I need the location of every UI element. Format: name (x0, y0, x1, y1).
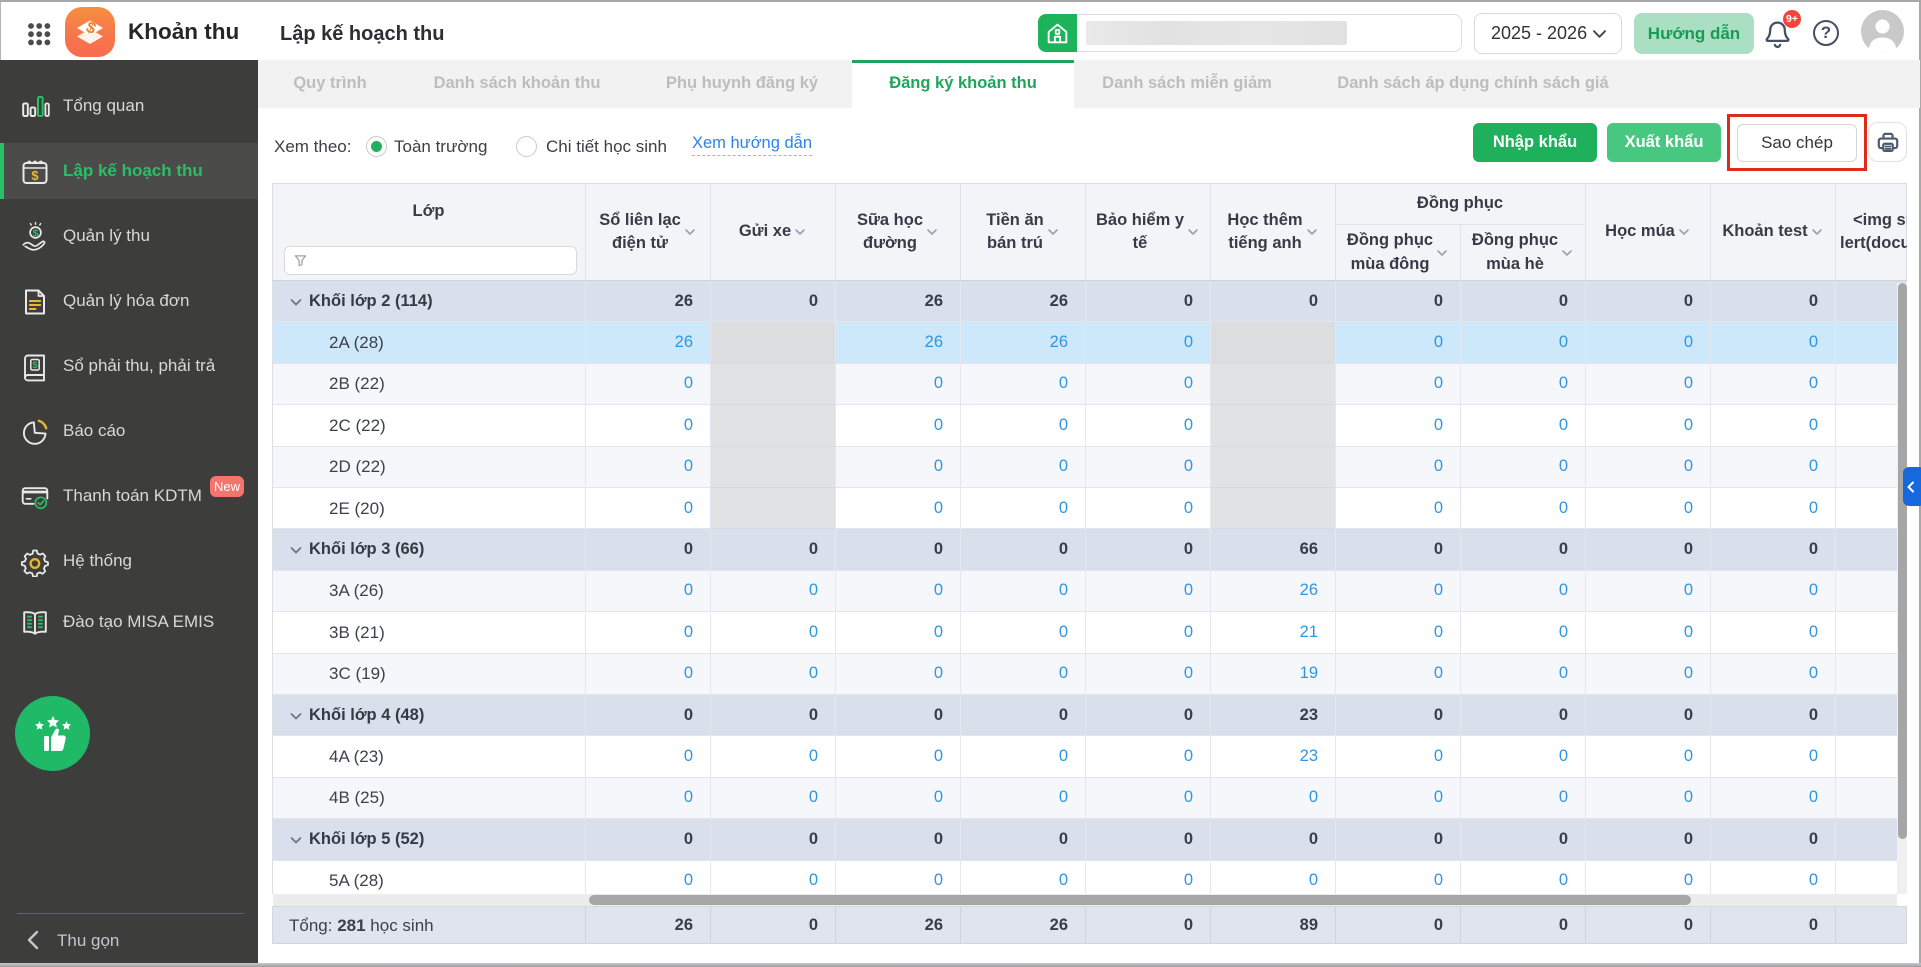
svg-text:$: $ (32, 360, 38, 371)
svg-text:$: $ (31, 168, 39, 183)
svg-text:$: $ (33, 228, 39, 240)
